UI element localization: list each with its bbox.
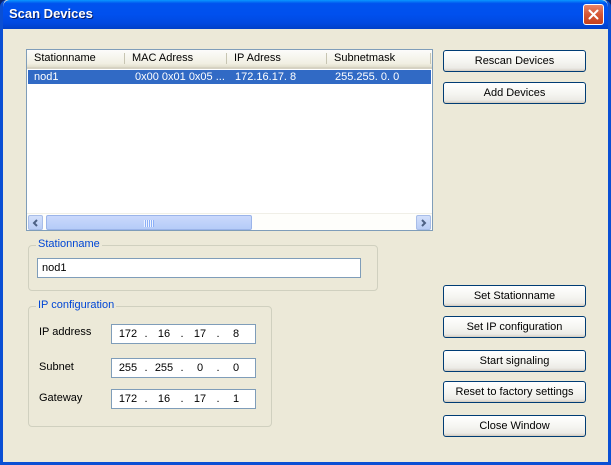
grip-icon bbox=[144, 220, 154, 227]
gateway-octet-4[interactable]: 1 bbox=[222, 390, 250, 408]
subnet-octet-1[interactable]: 255 bbox=[114, 359, 142, 377]
scan-devices-window: Scan Devices Stationname MAC Adress IP A… bbox=[0, 0, 611, 465]
device-subnet: 255.255. 0. 0 bbox=[335, 71, 400, 83]
octet-separator: . bbox=[216, 393, 220, 405]
octet-separator: . bbox=[144, 393, 148, 405]
chevron-left-icon bbox=[32, 218, 38, 227]
gateway-octet-1[interactable]: 172 bbox=[114, 390, 142, 408]
rescan-devices-button[interactable]: Rescan Devices bbox=[443, 50, 586, 72]
octet-separator: . bbox=[144, 328, 148, 340]
horizontal-scrollbar[interactable] bbox=[27, 213, 432, 230]
close-button[interactable] bbox=[583, 4, 604, 25]
octet-separator: . bbox=[216, 362, 220, 374]
octet-separator: . bbox=[144, 362, 148, 374]
device-list-header: Stationname MAC Adress IP Adress Subnetm… bbox=[27, 50, 432, 69]
octet-separator: . bbox=[180, 328, 184, 340]
device-row[interactable]: nod1 0x00 0x01 0x05 ... 172.16.17. 8 255… bbox=[28, 70, 431, 84]
set-ip-configuration-button[interactable]: Set IP configuration bbox=[443, 316, 586, 338]
subnet-field[interactable]: 255 . 255 . 0 . 0 bbox=[111, 358, 256, 378]
stationname-group: Stationname nod1 bbox=[28, 238, 378, 291]
window-title: Scan Devices bbox=[9, 6, 93, 21]
octet-separator: . bbox=[180, 393, 184, 405]
scroll-right-button[interactable] bbox=[416, 215, 431, 230]
start-signaling-button[interactable]: Start signaling bbox=[443, 350, 586, 372]
column-header-mac[interactable]: MAC Adress bbox=[125, 50, 227, 67]
column-header-ip[interactable]: IP Adress bbox=[227, 50, 327, 67]
ip-address-octet-3[interactable]: 17 bbox=[186, 325, 214, 343]
stationname-input[interactable]: nod1 bbox=[37, 258, 361, 278]
device-mac: 0x00 0x01 0x05 ... bbox=[135, 71, 225, 83]
stationname-group-label: Stationname bbox=[36, 238, 102, 250]
device-ip: 172.16.17. 8 bbox=[235, 71, 297, 83]
ip-address-octet-4[interactable]: 8 bbox=[222, 325, 250, 343]
scroll-thumb[interactable] bbox=[46, 215, 252, 230]
close-window-button[interactable]: Close Window bbox=[443, 415, 586, 437]
ip-configuration-group-label: IP configuration bbox=[36, 299, 117, 311]
column-header-stationname[interactable]: Stationname bbox=[27, 50, 125, 67]
add-devices-button[interactable]: Add Devices bbox=[443, 82, 586, 104]
subnet-octet-3[interactable]: 0 bbox=[186, 359, 214, 377]
octet-separator: . bbox=[216, 328, 220, 340]
gateway-octet-3[interactable]: 17 bbox=[186, 390, 214, 408]
subnet-octet-2[interactable]: 255 bbox=[150, 359, 178, 377]
ip-configuration-group: IP configuration IP address 172 . 16 . 1… bbox=[28, 299, 272, 427]
column-header-subnetmask[interactable]: Subnetmask bbox=[327, 50, 431, 67]
subnet-label: Subnet bbox=[39, 361, 74, 373]
ip-address-label: IP address bbox=[39, 326, 92, 338]
device-list[interactable]: Stationname MAC Adress IP Adress Subnetm… bbox=[26, 49, 433, 231]
set-stationname-button[interactable]: Set Stationname bbox=[443, 285, 586, 307]
close-icon bbox=[588, 9, 599, 20]
device-stationname: nod1 bbox=[34, 71, 59, 83]
gateway-octet-2[interactable]: 16 bbox=[150, 390, 178, 408]
subnet-octet-4[interactable]: 0 bbox=[222, 359, 250, 377]
ip-address-octet-2[interactable]: 16 bbox=[150, 325, 178, 343]
title-bar[interactable]: Scan Devices bbox=[3, 0, 608, 29]
reset-factory-settings-button[interactable]: Reset to factory settings bbox=[443, 381, 586, 403]
chevron-right-icon bbox=[421, 218, 427, 227]
ip-address-octet-1[interactable]: 172 bbox=[114, 325, 142, 343]
octet-separator: . bbox=[180, 362, 184, 374]
gateway-field[interactable]: 172 . 16 . 17 . 1 bbox=[111, 389, 256, 409]
gateway-label: Gateway bbox=[39, 392, 83, 404]
ip-address-field[interactable]: 172 . 16 . 17 . 8 bbox=[111, 324, 256, 344]
scroll-left-button[interactable] bbox=[28, 215, 43, 230]
